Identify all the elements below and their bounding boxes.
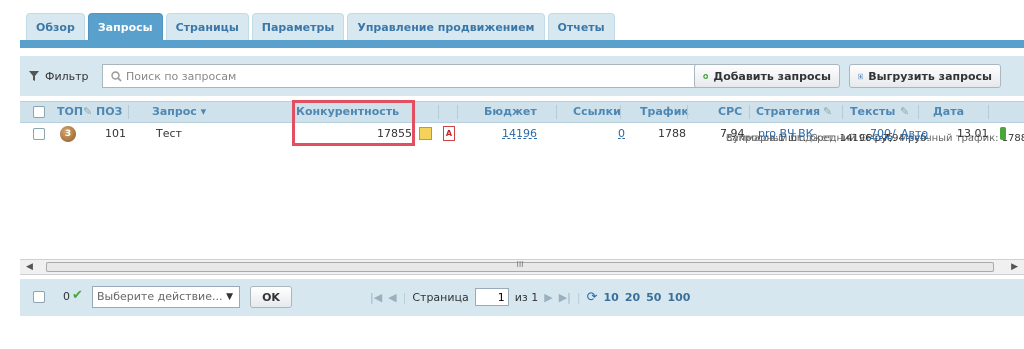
page-label: Страница — [412, 290, 469, 304]
competition-highlight-box — [292, 100, 415, 146]
table-row[interactable]: 3 101 Тест 17855 A 14196 0 1788 7,94 pro… — [20, 124, 1024, 144]
action-placeholder: Выберите действие... — [97, 290, 223, 303]
column-separator — [438, 105, 439, 119]
tab-bar: Обзор Запросы Страницы Параметры Управле… — [26, 13, 615, 40]
row-checkbox[interactable] — [33, 128, 45, 140]
next-page-icon[interactable]: ▶ — [544, 291, 552, 304]
column-query[interactable]: Запрос ▾ — [152, 102, 206, 122]
export-queries-label: Выгрузить запросы — [868, 69, 992, 83]
position-value: 101 — [105, 127, 126, 140]
refresh-icon[interactable]: ⟳ — [587, 290, 598, 305]
budget-value[interactable]: 14196 — [502, 124, 537, 144]
traffic-value: 1788 — [658, 127, 686, 140]
column-separator — [988, 105, 989, 119]
search-icon — [111, 70, 122, 82]
ok-button[interactable]: OK — [250, 286, 292, 308]
query-value: Тест — [156, 127, 182, 140]
column-texts[interactable]: Тексты — [850, 102, 895, 122]
footer-checkbox[interactable] — [33, 291, 45, 306]
column-position[interactable]: ПОЗ — [96, 102, 122, 122]
page-size-100[interactable]: 100 — [667, 291, 690, 304]
column-date[interactable]: Дата — [933, 102, 964, 122]
column-links[interactable]: Ссылки — [573, 102, 621, 122]
check-icon: ✔ — [72, 288, 83, 303]
links-value[interactable]: 0 — [618, 124, 625, 144]
page-size-options: 10 20 50 100 — [604, 291, 697, 304]
strategy-link[interactable]: pro ВЧ ВК — [758, 124, 813, 144]
plus-circle-icon — [703, 73, 709, 79]
pencil-icon[interactable]: ✎ — [823, 102, 832, 122]
pdf-icon[interactable]: A — [443, 126, 455, 141]
texts-count-link[interactable]: 700 — [870, 124, 891, 144]
prev-page-icon[interactable]: ◀ — [388, 291, 396, 304]
date-value: 13.01 — [957, 127, 989, 140]
column-budget[interactable]: Бюджет — [484, 102, 537, 122]
export-queries-button[interactable]: Выгрузить запросы — [849, 64, 1001, 88]
pagination: |◀ ◀ | Страница из 1 ▶ ▶| | ⟳ 102050100 — [370, 288, 696, 306]
column-traffic[interactable]: Трафик — [640, 102, 689, 122]
column-separator — [749, 105, 750, 119]
status-icon[interactable] — [1000, 127, 1006, 140]
scroll-grip: III — [516, 260, 524, 269]
scroll-right-arrow-icon[interactable]: ▶ — [1011, 260, 1018, 274]
tab-promotion-management[interactable]: Управление продвижением — [347, 13, 545, 40]
pencil-icon[interactable]: ✎ — [83, 102, 92, 122]
action-select[interactable]: Выберите действие... ▼ — [92, 286, 240, 308]
column-separator — [918, 105, 919, 119]
top-rank-badge: 3 — [60, 126, 76, 142]
filter-button[interactable]: Фильтр — [24, 64, 93, 88]
tab-underline — [20, 40, 1024, 48]
first-page-icon[interactable]: |◀ — [370, 291, 382, 304]
page-size-50[interactable]: 50 — [646, 291, 661, 304]
column-separator — [556, 105, 557, 119]
grid-header: ТОП ✎ ПОЗ Запрос ▾ Конкурентность Бюджет… — [20, 101, 1024, 123]
texts-mode-link[interactable]: Авто — [901, 124, 928, 144]
scroll-left-arrow-icon[interactable]: ◀ — [26, 260, 33, 274]
texts-separator: / — [892, 127, 896, 140]
column-separator — [842, 105, 843, 119]
search-placeholder: Поиск по запросам — [126, 69, 237, 83]
toolbar: Фильтр Поиск по запросам Добавить запрос… — [20, 56, 1024, 96]
page-size-10[interactable]: 10 — [604, 291, 619, 304]
tab-reports[interactable]: Отчеты — [547, 13, 615, 40]
column-separator — [457, 105, 458, 119]
last-page-icon[interactable]: ▶| — [559, 291, 571, 304]
page-of-label: из 1 — [514, 290, 539, 304]
cpc-value: 7,94 — [720, 127, 745, 140]
column-top[interactable]: ТОП — [57, 102, 83, 122]
filter-label: Фильтр — [45, 69, 89, 83]
pencil-icon[interactable]: ✎ — [900, 102, 909, 122]
download-icon — [858, 73, 864, 79]
tab-pages[interactable]: Страницы — [165, 13, 249, 40]
page-size-20[interactable]: 20 — [625, 291, 640, 304]
horizontal-scrollbar[interactable]: ◀ III ▶ — [20, 259, 1024, 275]
search-input[interactable]: Поиск по запросам — [102, 64, 702, 88]
column-separator — [128, 105, 129, 119]
column-separator — [687, 105, 688, 119]
add-queries-label: Добавить запросы — [713, 69, 831, 83]
chevron-down-icon: ▼ — [226, 292, 233, 302]
column-separator — [620, 105, 621, 119]
scroll-thumb[interactable]: III — [46, 260, 994, 272]
funnel-icon — [29, 71, 39, 81]
edit-icon[interactable] — [419, 127, 432, 140]
select-all-checkbox[interactable] — [33, 106, 45, 118]
column-strategy[interactable]: Стратегия — [756, 102, 820, 122]
selected-count: 0 — [63, 290, 70, 303]
tab-parameters[interactable]: Параметры — [251, 13, 345, 40]
tab-overview[interactable]: Обзор — [26, 13, 85, 40]
add-queries-button[interactable]: Добавить запросы — [694, 64, 840, 88]
page-input[interactable] — [474, 288, 509, 306]
tab-queries[interactable]: Запросы — [87, 13, 163, 40]
column-cpc[interactable]: CPC — [718, 102, 742, 122]
grid-footer: 0 ✔ Выберите действие... ▼ OK |◀ ◀ | Стр… — [20, 279, 1024, 316]
